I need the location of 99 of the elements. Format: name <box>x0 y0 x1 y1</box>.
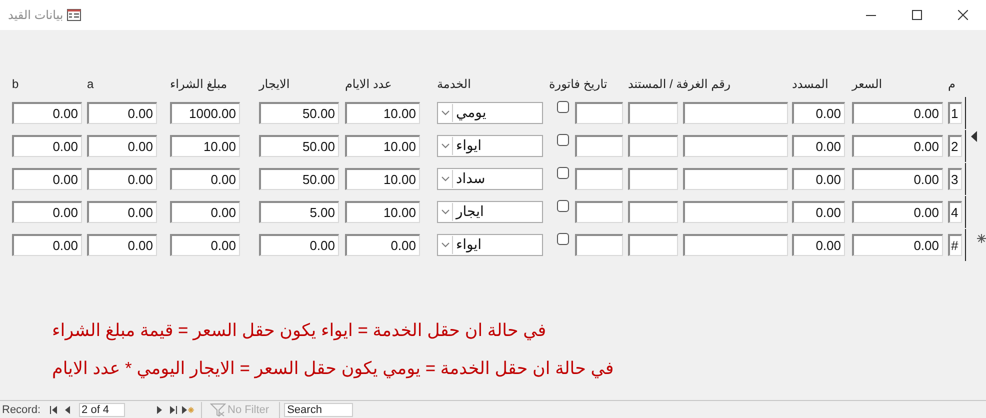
filter-icon <box>210 402 226 416</box>
days-field[interactable]: 10.00 <box>345 168 420 190</box>
minimize-icon <box>866 14 876 16</box>
record-number-field[interactable]: 1 <box>948 102 962 124</box>
chevron-down-icon <box>439 236 453 254</box>
price-field[interactable]: 0.00 <box>852 234 943 256</box>
purchase-amount-field[interactable]: 0.00 <box>170 234 240 256</box>
column-header: a <box>87 77 94 91</box>
purchase-amount-field[interactable]: 0.00 <box>170 168 240 190</box>
window-title: بيانات القيد <box>8 8 64 22</box>
price-field[interactable]: 0.00 <box>852 134 943 157</box>
days-field[interactable]: 10.00 <box>345 134 420 157</box>
document-field[interactable] <box>628 134 678 157</box>
service-dropdown[interactable]: يومي <box>437 102 543 124</box>
price-field[interactable]: 0.00 <box>852 168 943 190</box>
current-record-icon <box>971 131 977 142</box>
b-field[interactable]: 0.00 <box>12 134 82 157</box>
document-field[interactable] <box>628 168 678 190</box>
record-label: Record: <box>2 404 41 416</box>
invoice-checkbox[interactable] <box>557 100 569 112</box>
purchase-amount-field[interactable]: 1000.00 <box>170 102 240 124</box>
invoice-checkbox[interactable] <box>557 166 569 178</box>
column-header: الايجار <box>259 77 290 91</box>
purchase-amount-field[interactable]: 0.00 <box>170 200 240 223</box>
record-number-field[interactable]: 4 <box>948 200 962 223</box>
paid-field[interactable]: 0.00 <box>792 102 845 124</box>
a-field[interactable]: 0.00 <box>87 200 157 223</box>
service-dropdown[interactable]: ايجار <box>437 200 543 223</box>
record-number-field[interactable]: # <box>948 234 962 256</box>
paid-field[interactable]: 0.00 <box>792 234 845 256</box>
search-field[interactable]: Search <box>284 402 354 416</box>
maximize-icon <box>912 10 922 20</box>
paid-field[interactable]: 0.00 <box>792 134 845 157</box>
chevron-down-icon <box>439 202 453 221</box>
rent-field[interactable]: 50.00 <box>259 134 339 157</box>
rent-field[interactable]: 0.00 <box>259 234 339 256</box>
b-field[interactable]: 0.00 <box>12 234 82 256</box>
invoice-date-field[interactable] <box>575 134 623 157</box>
invoice-date-field[interactable] <box>575 234 623 256</box>
rent-field[interactable]: 5.00 <box>259 200 339 223</box>
a-field[interactable]: 0.00 <box>87 168 157 190</box>
purchase-amount-field[interactable]: 10.00 <box>170 134 240 157</box>
chevron-down-icon <box>439 170 453 188</box>
invoice-date-field[interactable] <box>575 200 623 223</box>
a-field[interactable]: 0.00 <box>87 134 157 157</box>
record-number-field[interactable]: 2 <box>948 134 962 157</box>
paid-field[interactable]: 0.00 <box>792 200 845 223</box>
days-field[interactable]: 10.00 <box>345 200 420 223</box>
record-position-field[interactable]: 2 of 4 <box>78 402 125 416</box>
a-field[interactable]: 0.00 <box>87 234 157 256</box>
form-icon <box>67 9 82 21</box>
invoice-date-field[interactable] <box>575 102 623 124</box>
column-header: الخدمة <box>437 77 471 91</box>
invoice-checkbox[interactable] <box>557 200 569 212</box>
room-field[interactable] <box>683 234 788 256</box>
invoice-date-field[interactable] <box>575 168 623 190</box>
next-icon <box>157 406 162 414</box>
b-field[interactable]: 0.00 <box>12 200 82 223</box>
document-field[interactable] <box>628 102 678 124</box>
column-header: السعر <box>852 77 882 91</box>
chevron-down-icon <box>439 136 453 155</box>
days-field[interactable]: 10.00 <box>345 102 420 124</box>
first-icon <box>50 406 58 414</box>
close-icon <box>958 10 968 20</box>
a-field[interactable]: 0.00 <box>87 102 157 124</box>
asterisk-icon <box>977 234 986 244</box>
room-field[interactable] <box>683 134 788 157</box>
price-field[interactable]: 0.00 <box>852 200 943 223</box>
note-text: في حالة ان حقل الخدمة = يومي يكون حقل السعر = الايجار اليومي * عدد الايام <box>52 358 614 378</box>
service-dropdown[interactable]: ايواء <box>437 134 543 157</box>
record-number-field[interactable]: 3 <box>948 168 962 190</box>
room-field[interactable] <box>683 102 788 124</box>
document-field[interactable] <box>628 234 678 256</box>
new-record-icon <box>182 406 194 414</box>
column-header: مبلغ الشراء <box>170 77 228 91</box>
paid-field[interactable]: 0.00 <box>792 168 845 190</box>
room-field[interactable] <box>683 168 788 190</box>
invoice-checkbox[interactable] <box>557 134 569 146</box>
column-header: المسدد <box>792 77 828 91</box>
rent-field[interactable]: 50.00 <box>259 102 339 124</box>
rent-field[interactable]: 50.00 <box>259 168 339 190</box>
b-field[interactable]: 0.00 <box>12 102 82 124</box>
column-header: عدد الايام <box>345 77 392 91</box>
b-field[interactable]: 0.00 <box>12 168 82 190</box>
service-dropdown[interactable]: ايواء <box>437 234 543 256</box>
previous-icon <box>65 406 70 414</box>
room-field[interactable] <box>683 200 788 223</box>
price-field[interactable]: 0.00 <box>852 102 943 124</box>
column-header: رقم الغرفة / المستند <box>628 77 731 91</box>
document-field[interactable] <box>628 200 678 223</box>
days-field[interactable]: 0.00 <box>345 234 420 256</box>
column-header: b <box>12 77 19 91</box>
note-text: في حالة ان حقل الخدمة = ايواء يكون حقل السعر = قيمة مبلغ الشراء <box>52 320 546 340</box>
last-icon <box>170 406 178 414</box>
chevron-down-icon <box>439 104 453 122</box>
column-header: تاريخ فاتورة <box>549 77 608 91</box>
invoice-checkbox[interactable] <box>557 232 569 244</box>
column-header: م <box>948 77 956 91</box>
service-dropdown[interactable]: سداد <box>437 168 543 190</box>
